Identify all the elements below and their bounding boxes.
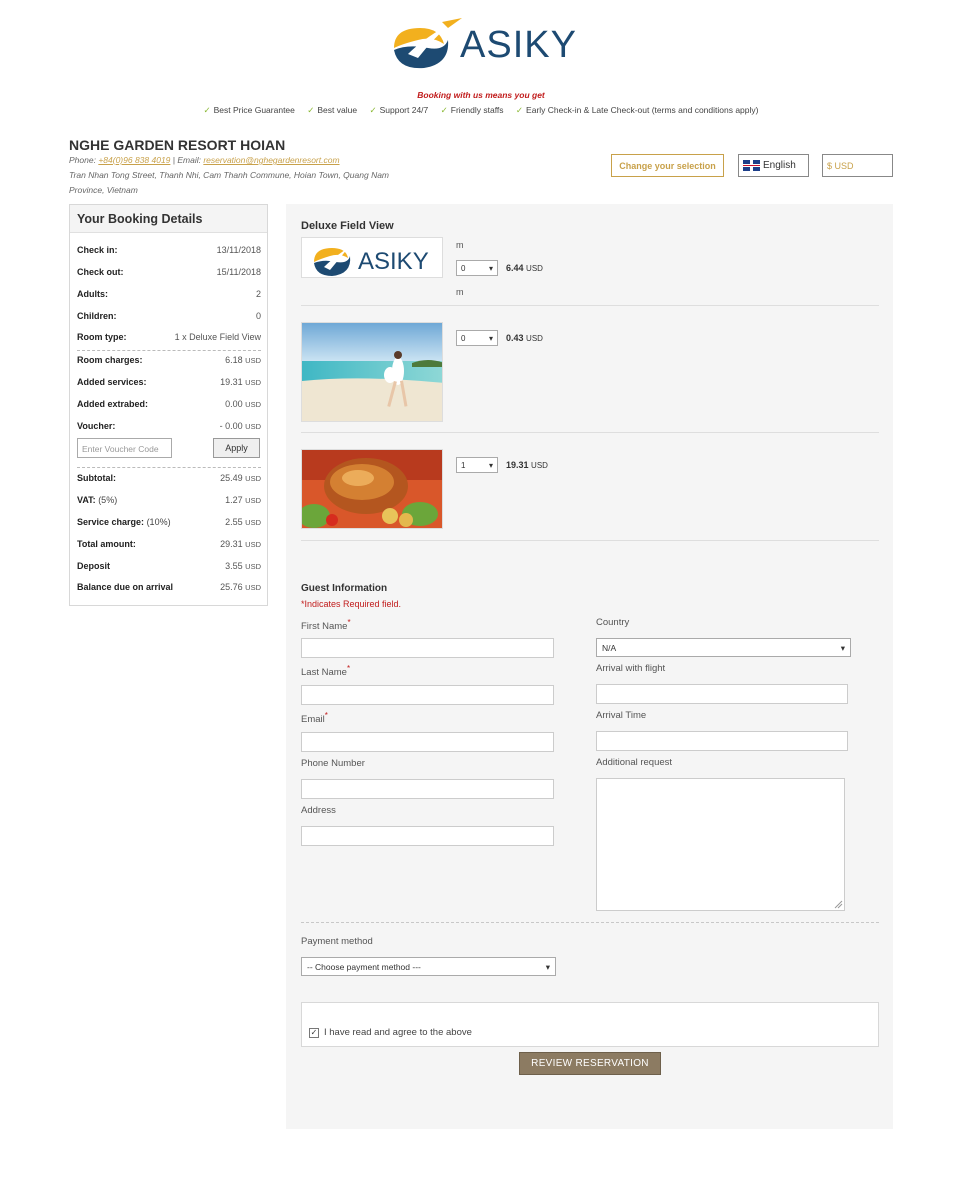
- arrival-time-label: Arrival Time: [596, 710, 647, 721]
- benefit-item: ✓ Best Price Guarantee: [203, 105, 295, 115]
- logo-placeholder-icon: ASIKY: [314, 248, 429, 276]
- deposit-row: Deposit 3.55 USD: [77, 561, 261, 571]
- room-note-bottom: m: [456, 287, 464, 297]
- check-icon: ✓: [440, 105, 448, 115]
- room-type-row: Room type: 1 x Deluxe Field View: [77, 332, 261, 342]
- country-select[interactable]: N/A ▾: [596, 638, 851, 657]
- language-label: English: [763, 160, 796, 171]
- dropdown-arrow-icon: ▾: [488, 264, 493, 273]
- dish-qty-select[interactable]: 1 ▾: [456, 457, 498, 473]
- arrival-flight-input[interactable]: [596, 684, 848, 704]
- check-icon: ✓: [203, 105, 211, 115]
- room-title: Deluxe Field View: [301, 220, 394, 232]
- last-name-input[interactable]: [301, 685, 554, 705]
- children-row: Children: 0: [77, 311, 261, 321]
- additional-request-label: Additional request: [596, 757, 673, 768]
- email-input[interactable]: [301, 732, 554, 752]
- hotel-email-link[interactable]: reservation@nghegardenresort.com: [203, 155, 339, 165]
- email-label: Email*: [301, 711, 328, 726]
- payment-method-label: Payment method: [301, 936, 373, 947]
- adults-row: Adults: 2: [77, 289, 261, 299]
- service-qty-select[interactable]: 0 ▾: [456, 330, 498, 346]
- payment-method-select[interactable]: -- Choose payment method --- ▾: [301, 957, 556, 976]
- benefit-item: ✓ Friendly staffs: [440, 105, 504, 115]
- roast-food-photo-icon: [302, 450, 442, 528]
- check-out-row: Check out: 15/11/2018: [77, 267, 261, 277]
- room-qty-select[interactable]: 0 ▾: [456, 260, 498, 276]
- benefits-tagline: Booking with us means you get: [417, 90, 545, 100]
- svg-text:ASIKY: ASIKY: [358, 248, 429, 275]
- check-icon: ✓: [515, 105, 524, 115]
- vat-row: VAT: (5%) 1.27 USD: [77, 495, 261, 505]
- arrival-time-input[interactable]: [596, 731, 848, 751]
- address-label: Address: [301, 805, 336, 816]
- benefit-item: ✓ Best value: [307, 105, 358, 115]
- beach-couple-image: [301, 322, 443, 422]
- service-price: 0.43 USD: [506, 333, 543, 343]
- hotel-contact: Phone: +84(0)96 838 4019 | Email: reserv…: [69, 155, 340, 165]
- benefits-list: ✓ Best Price Guarantee ✓ Best value ✓ Suppo…: [0, 105, 962, 116]
- dropdown-arrow-icon: ▾: [488, 461, 493, 470]
- check-icon: ✓: [369, 105, 377, 115]
- roast-dish-image: [301, 449, 443, 529]
- phone-label: Phone Number: [301, 758, 365, 769]
- additional-request-textarea[interactable]: [596, 778, 845, 911]
- dish-price: 19.31 USD: [506, 460, 548, 470]
- dropdown-arrow-icon: ▾: [488, 334, 493, 343]
- apply-voucher-button[interactable]: Apply: [213, 438, 260, 458]
- language-selector[interactable]: English: [738, 154, 809, 177]
- agree-row: ✓ I have read and agree to the above: [309, 1027, 472, 1038]
- benefit-item: ✓ Early Check-in & Late Check-out (terms …: [515, 105, 759, 115]
- dropdown-arrow-icon: ▾: [840, 643, 845, 653]
- room-charges-row: Room charges: 6.18 USD: [77, 355, 261, 365]
- first-name-label: First Name*: [301, 618, 351, 633]
- required-field-note: *Indicates Required field.: [301, 599, 402, 609]
- last-name-label: Last Name*: [301, 664, 351, 679]
- arrival-flight-label: Arrival with flight: [596, 663, 666, 674]
- currency-selector[interactable]: $ USD: [822, 154, 893, 177]
- phone-input[interactable]: [301, 779, 554, 799]
- check-in-row: Check in: 13/11/2018: [77, 245, 261, 255]
- agree-checkbox[interactable]: ✓: [309, 1027, 319, 1038]
- uk-flag-icon: [743, 160, 760, 171]
- added-extrabed-row: Added extrabed: 0.00 USD: [77, 399, 261, 409]
- guest-info-title: Guest Information: [301, 583, 388, 594]
- voucher-row: Voucher: - 0.00 USD: [77, 421, 261, 431]
- hotel-phone-link[interactable]: +84(0)96 838 4019: [98, 155, 170, 165]
- total-amount-row: Total amount: 29.31 USD: [77, 539, 261, 549]
- voucher-code-input[interactable]: Enter Voucher Code: [77, 438, 172, 458]
- logo-emblem-icon: [394, 18, 462, 69]
- room-logo-image: ASIKY: [301, 237, 443, 278]
- country-label: Country: [596, 617, 630, 628]
- resize-grip-icon[interactable]: [833, 899, 843, 909]
- review-reservation-button[interactable]: REVIEW RESERVATION: [519, 1052, 661, 1075]
- check-icon: ✓: [307, 105, 315, 115]
- hotel-address-line1: Tran Nhan Tong Street, Thanh Nhi, Cam Th…: [69, 170, 390, 180]
- logo-wordmark: ASIKY: [460, 24, 577, 66]
- beach-photo-icon: [302, 323, 442, 421]
- dropdown-arrow-icon: ▾: [545, 962, 550, 972]
- added-services-row: Added services: 19.31 USD: [77, 377, 261, 387]
- change-selection-button[interactable]: Change your selection: [611, 154, 724, 177]
- benefit-item: ✓ Support 24/7: [369, 105, 429, 115]
- room-note-top: m: [456, 240, 464, 250]
- service-charge-row: Service charge: (10%) 2.55 USD: [77, 517, 261, 527]
- agreement-box: [301, 1002, 879, 1047]
- asiky-logo[interactable]: ASIKY: [388, 18, 578, 72]
- hotel-name: NGHE GARDEN RESORT HOIAN: [69, 137, 286, 153]
- subtotal-row: Subtotal: 25.49 USD: [77, 473, 261, 483]
- address-input[interactable]: [301, 826, 554, 846]
- balance-row: Balance due on arrival 25.76 USD: [77, 582, 261, 592]
- booking-details-title: Your Booking Details: [70, 205, 267, 233]
- hotel-address-line2: Province, Vietnam: [69, 185, 138, 195]
- room-price: 6.44 USD: [506, 263, 543, 273]
- first-name-input[interactable]: [301, 638, 554, 658]
- agree-text: I have read and agree to the above: [324, 1027, 472, 1038]
- booking-details-panel: Your Booking Details Check in: 13/11/2018…: [69, 204, 268, 606]
